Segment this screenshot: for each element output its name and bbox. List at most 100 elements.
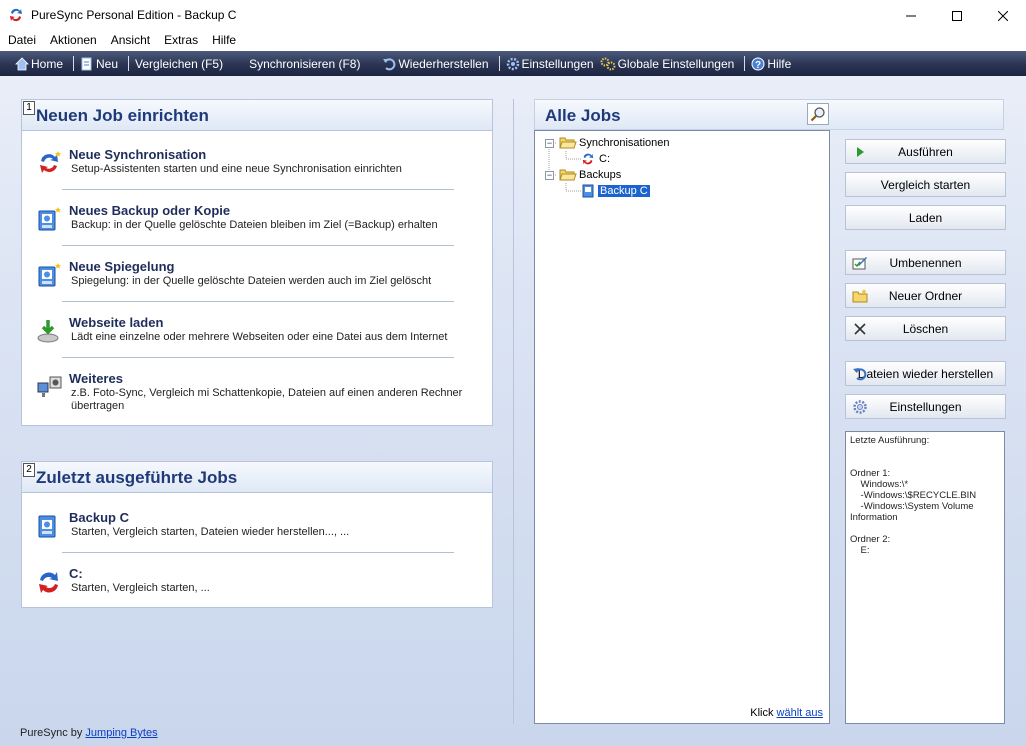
sync-job-icon [582,153,594,165]
tree-node-c[interactable]: C: [581,152,610,166]
window-title: PureSync Personal Edition - Backup C [31,8,237,22]
web-download-desc: Lädt eine einzelne oder mehrere Webseite… [71,331,448,343]
home-icon [15,56,29,70]
gears-icon [600,57,616,70]
load-button-label: Laden [908,210,943,225]
undo-icon [383,57,396,70]
divider [62,189,454,190]
load-button[interactable]: Laden [845,205,1006,230]
tree-hint-text: Klick [750,707,777,719]
sync-job-icon [39,572,58,593]
toolbar-restore-button[interactable]: Wiederherstellen [382,56,489,71]
new-job-panel: 1 Neuen Job einrichten Neue Synchronisat… [21,99,493,426]
restore-files-button-label: Dateien wieder herstellen [857,366,994,381]
recent-job-backup-c-title: Backup C [69,510,129,525]
menu-aktionen[interactable]: Aktionen [42,31,103,51]
menu-extras[interactable]: Extras [156,31,204,51]
mirror-new-icon [38,263,61,287]
panel-number: 1 [23,101,35,115]
divider [62,552,454,553]
toolbar-sync-button[interactable]: Synchronisieren (F8) [249,57,360,71]
menu-ansicht[interactable]: Ansicht [103,31,156,51]
new-mirror-desc: Spiegelung: in der Quelle gelöschte Date… [71,275,432,287]
recent-jobs-panel-header: 2 Zuletzt ausgeführte Jobs [22,462,492,493]
recent-jobs-panel-title: Zuletzt ausgeführte Jobs [36,468,238,487]
all-jobs-header: Alle Jobs [534,99,1004,130]
tree-node-backup-c[interactable]: Backup C [581,184,651,198]
jobs-tree[interactable]: − Synchronisationen C: − Backups Backup … [534,130,830,724]
toolbar-new-button[interactable]: Neu [80,57,118,71]
delete-button-label: Löschen [902,321,949,336]
search-jobs-button[interactable] [807,103,829,125]
toolbar-home-label: Home [31,56,64,71]
toolbar-separator [744,56,746,71]
close-button[interactable] [980,0,1026,31]
new-sync-title: Neue Synchronisation [69,147,207,162]
folder-open-icon [559,137,577,149]
new-job-panel-header: 1 Neuen Job einrichten [22,100,492,131]
web-download-entry[interactable]: Webseite laden Lädt eine einzelne oder m… [36,315,496,347]
folder-open-icon [559,169,577,181]
recent-job-c[interactable]: C: Starten, Vergleich starten, ... [36,566,496,598]
minimize-button[interactable] [888,0,934,31]
tree-node-synchronisationen[interactable]: Synchronisationen [559,136,670,150]
puresync-app-icon [10,8,22,22]
backup-job-icon [582,184,594,198]
settings-button[interactable]: Einstellungen [845,394,1006,419]
more-desc: z.B. Foto-Sync, Vergleich mi Schattenkop… [71,387,463,412]
magnifier-icon [810,107,825,122]
gear-icon [853,400,867,414]
title-bar: PureSync Personal Edition - Backup C [0,0,1026,31]
restore-files-button[interactable]: Dateien wieder herstellen [845,361,1006,386]
recent-jobs-panel: 2 Zuletzt ausgeführte Jobs Backup C Star… [21,461,493,608]
tree-node-backup-c-label: Backup C [597,184,651,198]
toolbar-compare-button[interactable]: Vergleichen (F5) [135,57,223,71]
more-entry[interactable]: Weiteres z.B. Foto-Sync, Vergleich mi Sc… [36,371,496,415]
undo-icon [853,368,867,381]
menu-hilfe[interactable]: Hilfe [204,31,242,51]
tree-node-backups-label: Backups [579,169,622,181]
delete-icon [854,323,866,335]
tree-node-c-label: C: [599,153,610,165]
help-icon: ? [751,57,765,71]
new-backup-entry[interactable]: Neues Backup oder Kopie Backup: in der Q… [36,203,496,235]
rename-icon [852,257,867,270]
jumping-bytes-link[interactable]: Jumping Bytes [85,727,157,739]
compare-button-label: Vergleich starten [880,177,971,192]
svg-text:?: ? [755,60,761,71]
new-folder-button[interactable]: Neuer Ordner [845,283,1006,308]
backup-job-icon [38,515,56,538]
toolbar-home-button[interactable]: Home [15,57,63,71]
tree-node-synchronisationen-label: Synchronisationen [579,137,670,149]
gear-icon [506,57,519,70]
new-document-icon [81,57,92,70]
run-button[interactable]: Ausführen [845,139,1006,164]
new-sync-entry[interactable]: Neue Synchronisation Setup-Assistenten s… [36,147,496,179]
recent-job-backup-c[interactable]: Backup C Starten, Vergleich starten, Dat… [36,510,496,542]
rename-button[interactable]: Umbenennen [845,250,1006,275]
more-icon [37,376,62,397]
toolbar-help-button[interactable]: ? Hilfe [751,57,791,71]
collapse-synchronisationen-toggle[interactable]: − [545,139,554,148]
toolbar-restore-label: Wiederherstellen [398,56,489,71]
menu-bar: Datei Aktionen Ansicht Extras Hilfe [0,31,1026,51]
tree-node-backups[interactable]: Backups [559,168,621,182]
new-folder-icon [852,289,868,303]
new-mirror-entry[interactable]: Neue Spiegelung Spiegelung: in der Quell… [36,259,496,291]
compare-button[interactable]: Vergleich starten [845,172,1006,197]
new-sync-desc: Setup-Assistenten starten und eine neue … [71,163,402,175]
rename-button-label: Umbenennen [889,255,962,270]
select-link[interactable]: wählt aus [777,707,823,719]
collapse-backups-toggle[interactable]: − [545,171,554,180]
run-button-label: Ausführen [898,144,953,159]
delete-button[interactable]: Löschen [845,316,1006,341]
toolbar-separator [128,56,130,71]
divider [62,357,454,358]
footer-text: PureSync by [20,727,86,739]
toolbar-global-settings-button[interactable]: Globale Einstellungen [600,57,734,71]
new-job-panel-title: Neuen Job einrichten [36,106,209,125]
toolbar-settings-button[interactable]: Einstellungen [506,57,594,71]
maximize-button[interactable] [934,0,980,31]
toolbar-new-label: Neu [96,56,119,71]
menu-datei[interactable]: Datei [0,31,42,51]
